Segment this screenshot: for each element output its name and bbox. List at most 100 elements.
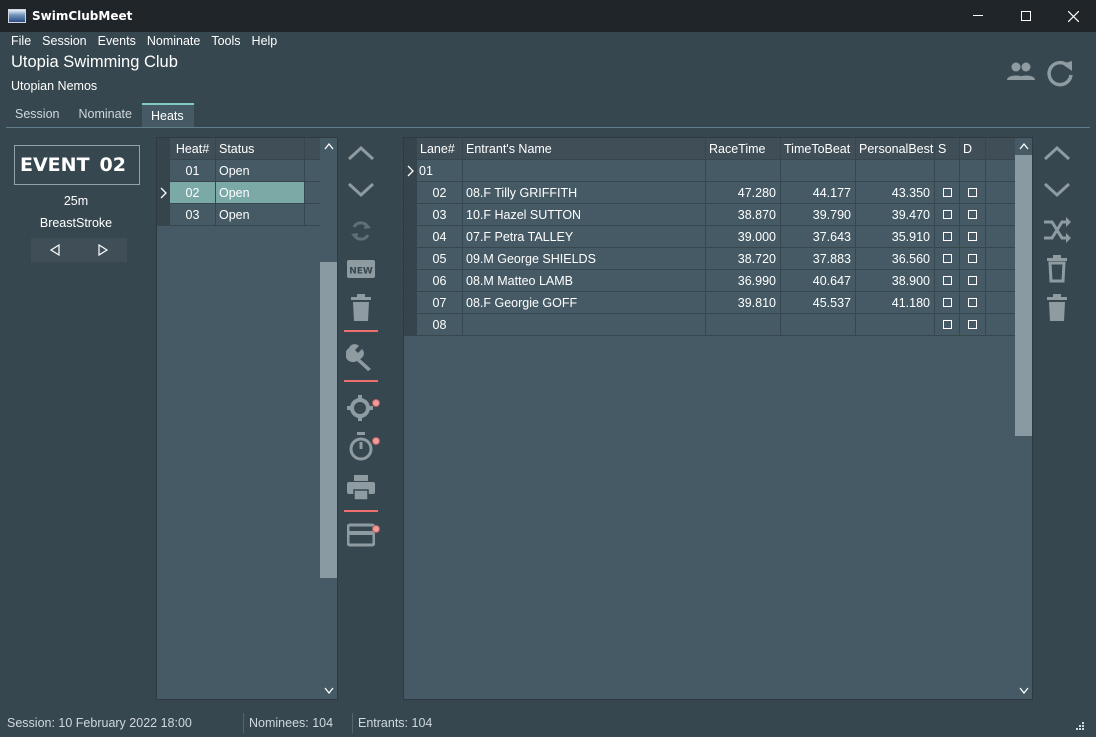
lane-row[interactable]: 08: [404, 314, 1032, 336]
menu-file[interactable]: File: [0, 34, 37, 52]
stopwatch-icon: [349, 432, 373, 461]
entrant-name: [463, 314, 706, 335]
close-button[interactable]: [1050, 0, 1096, 32]
lane-row[interactable]: 05 09.M George SHIELDS 38.720 37.883 36.560: [404, 248, 1032, 270]
prev-event-button[interactable]: [31, 238, 79, 262]
col-timetobeat[interactable]: TimeToBeat: [781, 138, 856, 159]
clear-lane-button[interactable]: [1045, 255, 1069, 286]
s-checkbox[interactable]: [942, 232, 952, 241]
scroll-down-icon[interactable]: [1015, 682, 1032, 699]
move-heat-down-button[interactable]: [346, 180, 376, 203]
s-checkbox[interactable]: [942, 188, 952, 197]
renumber-heats-button[interactable]: [348, 218, 374, 247]
settings-button[interactable]: [347, 394, 375, 425]
heat-row[interactable]: 03 Open: [157, 204, 337, 226]
s-checkbox[interactable]: [942, 254, 952, 263]
col-d[interactable]: D: [960, 138, 986, 159]
row-indicator-header: [404, 138, 417, 159]
event-label: EVENT: [20, 154, 90, 176]
status-separator: [352, 712, 353, 733]
move-heat-up-button[interactable]: [346, 143, 376, 166]
team-name: Utopian Nemos: [11, 79, 98, 93]
delete-heat-button[interactable]: [349, 294, 373, 325]
new-heat-button[interactable]: NEW: [347, 258, 375, 283]
s-checkbox[interactable]: [942, 276, 952, 285]
menu-help[interactable]: Help: [247, 34, 284, 52]
trash-icon: [1047, 294, 1067, 321]
col-racetime[interactable]: RaceTime: [706, 138, 781, 159]
menu-events[interactable]: Events: [93, 34, 142, 52]
race-time: 36.990: [706, 270, 781, 291]
next-event-button[interactable]: [79, 238, 127, 262]
s-checkbox-cell: [935, 270, 960, 291]
members-button[interactable]: [1006, 58, 1036, 89]
col-lane[interactable]: Lane#: [417, 138, 463, 159]
scroll-up-icon[interactable]: [1015, 138, 1032, 155]
scroll-thumb[interactable]: [1015, 155, 1032, 436]
s-checkbox-cell: [935, 226, 960, 247]
lane-row[interactable]: 06 08.M Matteo LAMB 36.990 40.647 38.900: [404, 270, 1032, 292]
maximize-button[interactable]: [1003, 0, 1049, 32]
heat-status: Open: [216, 160, 305, 181]
event-header: EVENT 02: [14, 145, 140, 185]
s-checkbox[interactable]: [942, 298, 952, 307]
minimize-button[interactable]: [955, 0, 1001, 32]
s-checkbox[interactable]: [942, 320, 952, 329]
tools-button[interactable]: [345, 342, 376, 375]
heats-scrollbar[interactable]: [320, 138, 337, 699]
d-checkbox[interactable]: [968, 276, 977, 285]
timer-button[interactable]: [348, 432, 374, 465]
refresh-button[interactable]: [1044, 58, 1076, 91]
resize-grip-icon[interactable]: [1076, 722, 1084, 730]
entrant-name: 08.F Tilly GRIFFITH: [463, 182, 706, 203]
s-checkbox[interactable]: [942, 210, 952, 219]
personal-best: 38.900: [856, 270, 935, 291]
menu-nominate[interactable]: Nominate: [142, 34, 207, 52]
menu-tools[interactable]: Tools: [206, 34, 246, 52]
s-checkbox-cell: [935, 204, 960, 225]
trash-outline-icon: [1047, 255, 1067, 283]
scroll-down-icon[interactable]: [320, 682, 337, 699]
col-personalbest[interactable]: PersonalBest: [856, 138, 935, 159]
d-checkbox[interactable]: [968, 232, 977, 241]
col-s[interactable]: S: [935, 138, 960, 159]
d-checkbox-cell: [960, 248, 986, 269]
lane-row[interactable]: 04 07.F Petra TALLEY 39.000 37.643 35.910: [404, 226, 1032, 248]
lane-row[interactable]: 07 08.F Georgie GOFF 39.810 45.537 41.180: [404, 292, 1032, 314]
heat-row-selected[interactable]: 02 Open: [157, 182, 337, 204]
d-checkbox[interactable]: [968, 254, 977, 263]
lane-row[interactable]: 01: [404, 160, 1032, 182]
scroll-up-icon[interactable]: [320, 138, 337, 155]
race-time: [706, 160, 781, 181]
entrant-name: [463, 160, 706, 181]
col-status[interactable]: Status: [216, 138, 305, 159]
d-checkbox-cell: [960, 270, 986, 291]
menu-session[interactable]: Session: [37, 34, 92, 52]
tab-session[interactable]: Session: [6, 103, 69, 127]
move-lane-down-button[interactable]: [1042, 180, 1072, 203]
d-checkbox[interactable]: [968, 320, 977, 329]
move-lane-up-button[interactable]: [1042, 143, 1072, 166]
d-checkbox[interactable]: [968, 298, 977, 307]
s-checkbox-cell: [935, 314, 960, 335]
lane-row[interactable]: 02 08.F Tilly GRIFFITH 47.280 44.177 43.350: [404, 182, 1032, 204]
status-dot: [372, 437, 380, 445]
col-entrant-name[interactable]: Entrant's Name: [463, 138, 706, 159]
lane-row[interactable]: 03 10.F Hazel SUTTON 38.870 39.790 39.470: [404, 204, 1032, 226]
lanes-scrollbar[interactable]: [1015, 138, 1032, 699]
heats-grid[interactable]: Heat# Status 01 Open 02 Open 03 Open: [156, 137, 338, 700]
d-checkbox[interactable]: [968, 210, 977, 219]
payment-button[interactable]: [346, 523, 376, 550]
print-button[interactable]: [347, 475, 375, 504]
delete-lane-button[interactable]: [1045, 294, 1069, 325]
status-dot: [372, 525, 380, 533]
col-heat[interactable]: Heat#: [170, 138, 216, 159]
tab-heats[interactable]: Heats: [141, 103, 194, 127]
scroll-thumb[interactable]: [320, 262, 337, 578]
shuffle-lanes-button[interactable]: [1042, 216, 1072, 247]
tab-nominate[interactable]: Nominate: [69, 103, 142, 127]
d-checkbox[interactable]: [968, 188, 977, 197]
lanes-grid[interactable]: Lane# Entrant's Name RaceTime TimeToBeat…: [403, 137, 1033, 700]
personal-best: 39.470: [856, 204, 935, 225]
heat-row[interactable]: 01 Open: [157, 160, 337, 182]
